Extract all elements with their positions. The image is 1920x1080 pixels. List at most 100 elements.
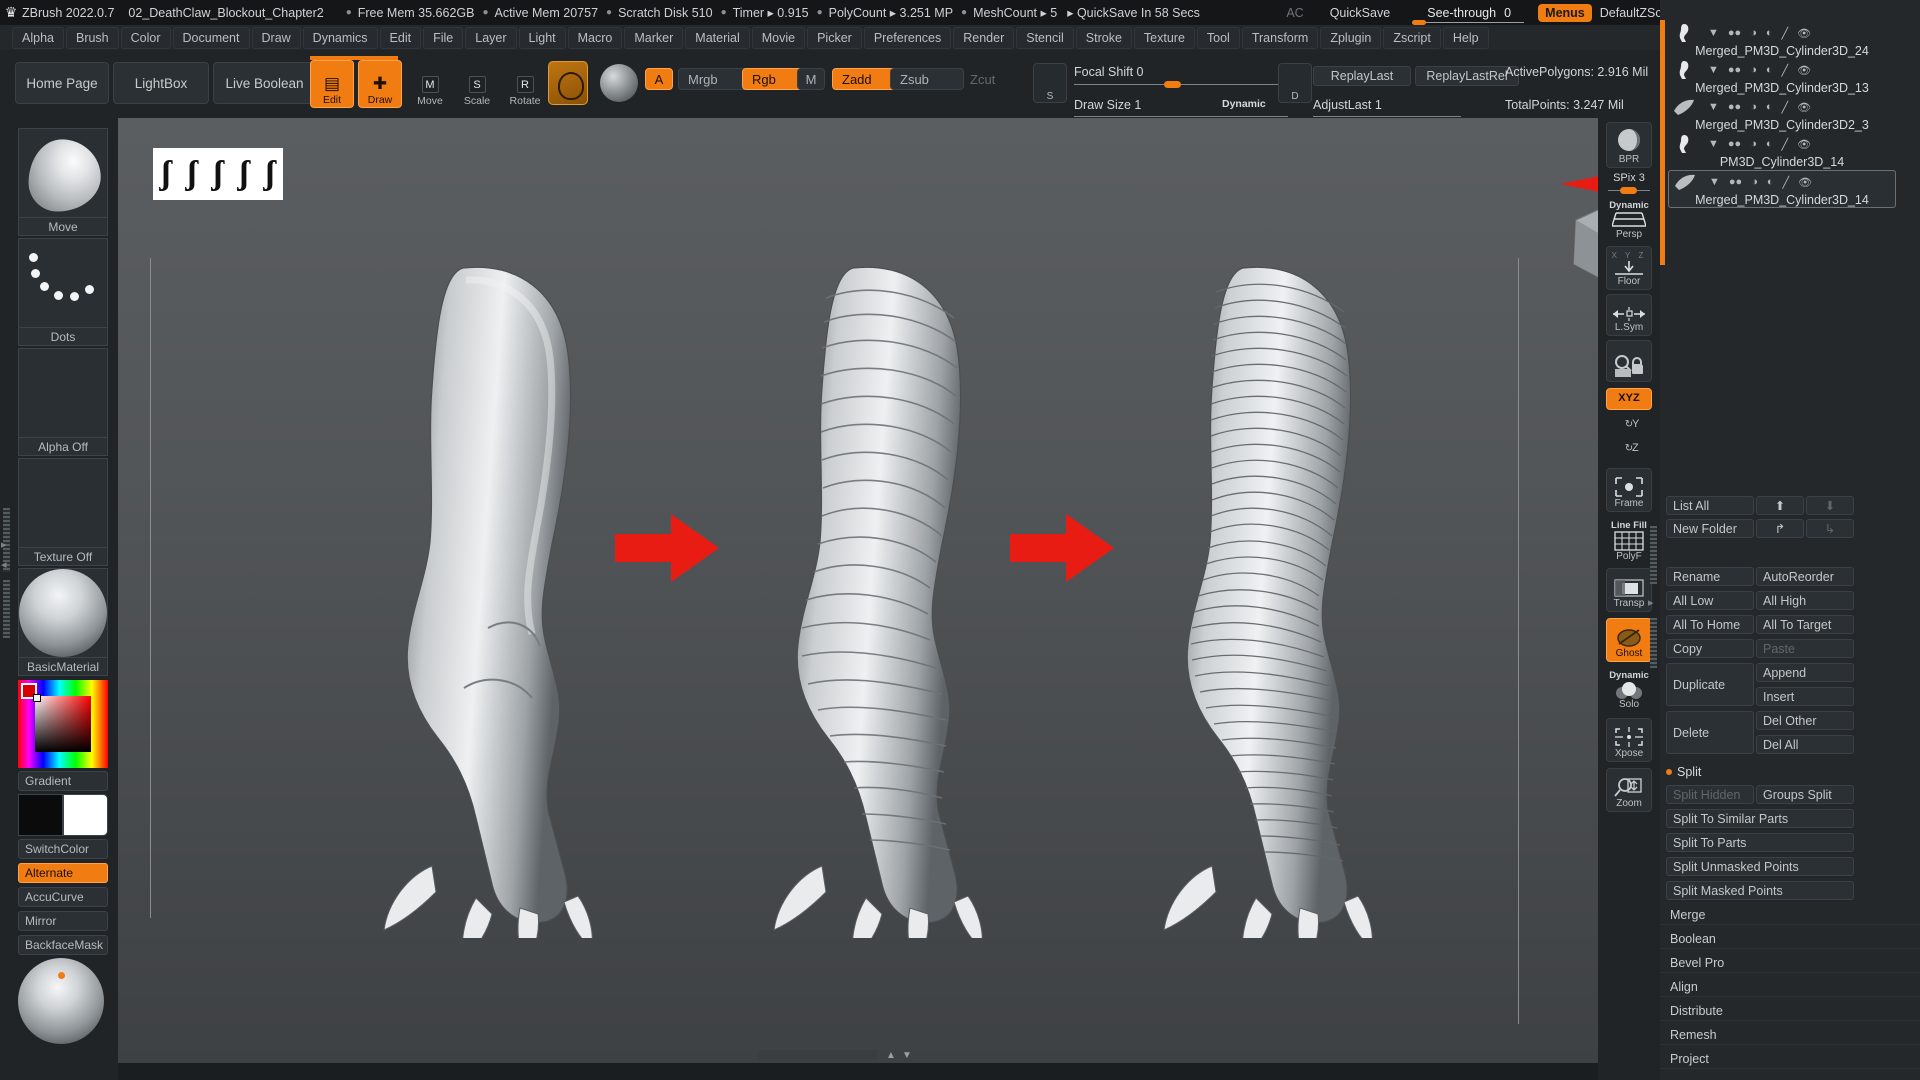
subtool-brush-icon[interactable]: ╱ [1782,64,1789,77]
subtool-icon-group[interactable]: ▼ ●● ◑ ◐ ╱ 👁 [1708,64,1811,77]
split-section-header[interactable]: Split [1666,765,1701,779]
subtool-eye-icon[interactable]: 👁 [1797,101,1811,114]
stroke-swatch[interactable] [18,238,108,328]
replay-last-rel-button[interactable]: ReplayLastRel [1415,66,1519,86]
subtool-contrast-icon[interactable]: ◐ [1766,64,1773,76]
section-distribute[interactable]: Distribute [1660,1001,1920,1021]
menu-item-marker[interactable]: Marker [624,27,683,49]
rotate-z-button[interactable]: ↻ Z [1606,438,1652,460]
auto-reorder-button[interactable]: AutoReorder [1756,567,1854,586]
zsub-button[interactable]: Zsub [890,68,964,90]
rotate-mode-button[interactable]: R Rotate [503,60,547,108]
subtool-visibility-toggle-icon[interactable]: ●● [1728,138,1741,150]
subtool-eye-icon[interactable]: 👁 [1797,64,1811,77]
lightbox-button[interactable]: LightBox [113,62,209,104]
split-hidden-button[interactable]: Split Hidden [1666,785,1754,804]
menu-item-render[interactable]: Render [953,27,1014,49]
subtool-icon-group[interactable]: ▼ ●● ◑ ◐ ╱ 👁 [1708,27,1811,40]
subtool-shadow-icon[interactable]: ◑ [1750,64,1757,76]
menu-item-help[interactable]: Help [1443,27,1489,49]
switch-color-button[interactable]: SwitchColor [18,839,108,859]
polyframe-button[interactable]: Line Fill PolyF [1606,516,1652,564]
section-align[interactable]: Align [1660,977,1920,997]
rename-button[interactable]: Rename [1666,567,1754,586]
menu-item-color[interactable]: Color [121,27,171,49]
see-through-knob[interactable] [1412,20,1426,25]
brush-label[interactable]: Move [18,218,108,236]
subtool-name[interactable]: Merged_PM3D_Cylinder3D_24 [1668,44,1896,58]
subtool-arrow-icon[interactable]: ▼ [1708,64,1719,76]
move-out-button[interactable]: ↳ [1806,519,1854,538]
subtool-item-selected[interactable]: ▼ ●● ◑ ◐ ╱ 👁 Merged_PM3D_Cylinder3D_14 [1668,170,1896,208]
groups-split-button[interactable]: Groups Split [1756,785,1854,804]
perspective-button[interactable]: Dynamic Persp [1606,198,1652,242]
scale-mode-button[interactable]: S Scale [455,60,499,108]
split-to-parts-button[interactable]: Split To Parts [1666,833,1854,852]
subtool-icon-group[interactable]: ▼ ●● ◑ ◐ ╱ 👁 [1708,101,1811,114]
menu-item-document[interactable]: Document [173,27,250,49]
subtool-eye-icon[interactable]: 👁 [1797,27,1811,40]
right-shelf-grip-bottom[interactable] [1650,618,1657,668]
menu-item-preferences[interactable]: Preferences [864,27,951,49]
spix-knob[interactable] [1620,187,1637,194]
subtool-visibility-toggle-icon[interactable]: ●● [1729,176,1742,188]
zcut-button[interactable]: Zcut [960,68,1016,90]
stroke-label[interactable]: Dots [18,328,108,346]
floor-button[interactable]: X Y Z Floor [1606,246,1652,290]
lock-camera-button[interactable] [1606,340,1652,382]
menu-item-layer[interactable]: Layer [465,27,516,49]
subtool-contrast-icon[interactable]: ◐ [1766,27,1773,39]
subtool-shadow-icon[interactable]: ◑ [1750,27,1757,39]
menu-item-stroke[interactable]: Stroke [1076,27,1132,49]
subtool-name[interactable]: Merged_PM3D_Cylinder3D_14 [1669,193,1895,207]
subtool-row[interactable]: ▼ ●● ◑ ◐ ╱ 👁 [1668,22,1896,44]
menus-button[interactable]: Menus [1538,4,1592,22]
menu-item-light[interactable]: Light [519,27,566,49]
subtool-shadow-icon[interactable]: ◑ [1750,101,1757,113]
subtool-item[interactable]: ▼ ●● ◑ ◐ ╱ 👁 Merged_PM3D_Cylinder3D_24 [1668,22,1896,58]
alpha-label[interactable]: Alpha Off [18,438,108,456]
menu-item-macro[interactable]: Macro [568,27,623,49]
left-shelf-expand-icon[interactable]: ▸ [1,538,7,551]
alpha-mode-button[interactable]: A [645,68,673,90]
viewport-canvas[interactable]: ʃ ʃ ʃ ʃ ʃ [118,118,1598,1063]
menu-item-tool[interactable]: Tool [1197,27,1240,49]
subtool-visibility-toggle-icon[interactable]: ●● [1728,101,1741,113]
frame-button[interactable]: Frame [1606,468,1652,512]
right-shelf-expand-icon[interactable]: ▸ [1648,596,1654,609]
right-shelf-grip-top[interactable] [1650,526,1657,584]
subtool-shadow-icon[interactable]: ◑ [1750,138,1757,150]
floor-axes-label[interactable]: X Y Z [1612,251,1647,260]
all-high-button[interactable]: All High [1756,591,1854,610]
texture-label[interactable]: Texture Off [18,548,108,566]
subtool-row[interactable]: ▼ ●● ◑ ◐ ╱ 👁 [1669,171,1895,193]
menu-item-stencil[interactable]: Stencil [1016,27,1074,49]
alternate-button[interactable]: Alternate [18,863,108,883]
focal-shift-label[interactable]: Focal Shift 0 [1074,65,1143,79]
color-picker-gradient[interactable] [35,696,91,752]
subtool-arrow-icon[interactable]: ▼ [1708,27,1719,39]
zoom-button[interactable]: Zoom [1606,768,1652,812]
subtool-eye-icon[interactable]: 👁 [1797,138,1811,151]
solo-button[interactable]: Dynamic Solo [1606,666,1652,712]
split-unmasked-points-button[interactable]: Split Unmasked Points [1666,857,1854,876]
menu-item-edit[interactable]: Edit [380,27,422,49]
menu-item-transform[interactable]: Transform [1242,27,1319,49]
menu-item-draw[interactable]: Draw [252,27,301,49]
subtool-shadow-icon[interactable]: ◑ [1751,176,1758,188]
menu-item-picker[interactable]: Picker [807,27,862,49]
transparency-button[interactable]: Transp [1606,568,1652,612]
menu-item-zplugin[interactable]: Zplugin [1320,27,1381,49]
subtool-name[interactable]: PM3D_Cylinder3D_14 [1668,155,1896,169]
edit-mode-button[interactable]: ▤ Edit [310,60,354,108]
subtool-brush-icon[interactable]: ╱ [1782,138,1789,151]
live-boolean-button[interactable]: Live Boolean [213,62,316,104]
subtool-item[interactable]: ▼ ●● ◑ ◐ ╱ 👁 PM3D_Cylinder3D_14 [1668,133,1896,169]
delete-button[interactable]: Delete [1666,711,1754,754]
draw-mode-button[interactable]: ✚ Draw [358,60,402,108]
menu-item-alpha[interactable]: Alpha [12,27,64,49]
alpha-swatch[interactable] [18,348,108,438]
ac-label[interactable]: AC [1286,6,1303,20]
del-other-button[interactable]: Del Other [1756,711,1854,730]
all-to-target-button[interactable]: All To Target [1756,615,1854,634]
